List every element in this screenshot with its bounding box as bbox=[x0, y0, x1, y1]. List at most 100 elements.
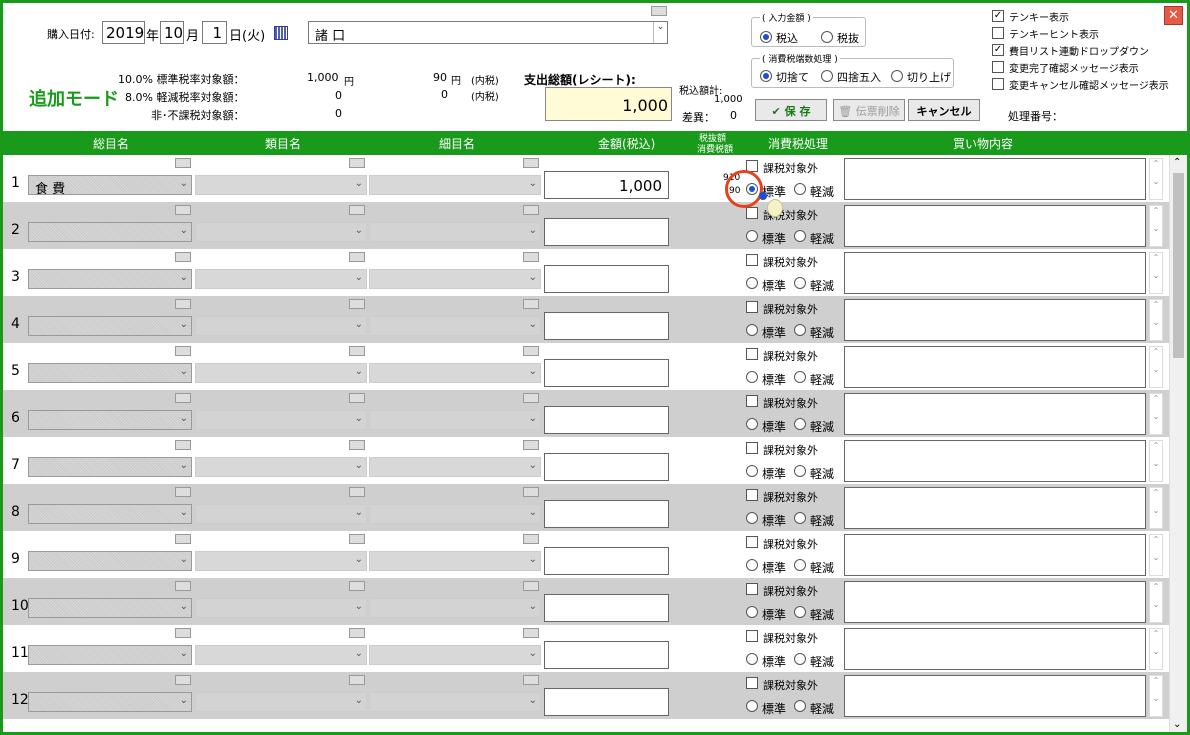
nontax-checkbox[interactable] bbox=[746, 254, 758, 266]
memo-scrollbar[interactable]: ⌃ ⌄ bbox=[1149, 205, 1163, 247]
memo-scrollbar[interactable]: ⌃ ⌄ bbox=[1149, 299, 1163, 341]
keypad-icon[interactable] bbox=[175, 487, 191, 497]
detail-select[interactable]: ⌄ bbox=[369, 598, 541, 618]
option-checkbox-3[interactable]: ✓ bbox=[992, 44, 1004, 56]
keypad-icon[interactable] bbox=[175, 581, 191, 591]
reduced-radio[interactable] bbox=[794, 512, 806, 524]
category-select[interactable]: ⌄ bbox=[195, 504, 367, 524]
year-field[interactable]: 2019 bbox=[102, 21, 145, 44]
reduced-radio[interactable] bbox=[794, 371, 806, 383]
round-down-radio[interactable] bbox=[760, 70, 772, 82]
category-select[interactable]: ⌄ bbox=[195, 645, 367, 665]
general-select[interactable]: ⌄ bbox=[28, 222, 192, 242]
keypad-icon[interactable] bbox=[349, 158, 365, 168]
keypad-icon[interactable] bbox=[523, 205, 539, 215]
keypad-icon[interactable] bbox=[175, 299, 191, 309]
reduced-radio[interactable] bbox=[794, 418, 806, 430]
round-up-radio[interactable] bbox=[891, 70, 903, 82]
keypad-icon[interactable] bbox=[349, 628, 365, 638]
category-select[interactable]: ⌄ bbox=[195, 551, 367, 571]
standard-radio[interactable] bbox=[746, 277, 758, 289]
memo-field[interactable] bbox=[844, 675, 1146, 717]
general-select[interactable]: ⌄ bbox=[28, 692, 192, 712]
keypad-icon[interactable] bbox=[523, 158, 539, 168]
cancel-button[interactable]: キャンセル bbox=[908, 99, 980, 121]
memo-scrollbar[interactable]: ⌃ ⌄ bbox=[1149, 628, 1163, 670]
category-select[interactable]: ⌄ bbox=[195, 598, 367, 618]
amount-field[interactable] bbox=[544, 406, 669, 434]
store-combo[interactable]: 諸 口 ⌄ bbox=[308, 21, 668, 44]
category-select[interactable]: ⌄ bbox=[195, 269, 367, 289]
keypad-icon[interactable] bbox=[175, 534, 191, 544]
standard-radio[interactable] bbox=[746, 653, 758, 665]
nontax-checkbox[interactable] bbox=[746, 630, 758, 642]
store-keypad-icon[interactable] bbox=[651, 6, 667, 16]
nontax-checkbox[interactable] bbox=[746, 395, 758, 407]
option-checkbox-1[interactable]: ✓ bbox=[992, 10, 1004, 22]
reduced-radio[interactable] bbox=[794, 277, 806, 289]
detail-select[interactable]: ⌄ bbox=[369, 269, 541, 289]
keypad-icon[interactable] bbox=[523, 346, 539, 356]
keypad-icon[interactable] bbox=[523, 581, 539, 591]
reduced-radio[interactable] bbox=[794, 183, 806, 195]
memo-field[interactable] bbox=[844, 628, 1146, 670]
keypad-icon[interactable] bbox=[175, 158, 191, 168]
nontax-checkbox[interactable] bbox=[746, 489, 758, 501]
reduced-radio[interactable] bbox=[794, 653, 806, 665]
keypad-icon[interactable] bbox=[349, 346, 365, 356]
detail-select[interactable]: ⌄ bbox=[369, 363, 541, 383]
memo-field[interactable] bbox=[844, 534, 1146, 576]
keypad-icon[interactable] bbox=[523, 393, 539, 403]
nontax-checkbox[interactable] bbox=[746, 677, 758, 689]
general-select[interactable]: ⌄ bbox=[28, 551, 192, 571]
general-select[interactable]: ⌄ bbox=[28, 363, 192, 383]
scroll-thumb[interactable] bbox=[1173, 173, 1184, 358]
memo-scrollbar[interactable]: ⌃ ⌄ bbox=[1149, 440, 1163, 482]
category-select[interactable]: ⌄ bbox=[195, 175, 367, 195]
keypad-icon[interactable] bbox=[175, 393, 191, 403]
keypad-icon[interactable] bbox=[349, 675, 365, 685]
memo-field[interactable] bbox=[844, 346, 1146, 388]
general-select[interactable]: ⌄ bbox=[28, 316, 192, 336]
standard-radio[interactable] bbox=[746, 324, 758, 336]
general-select[interactable]: ⌄ bbox=[28, 457, 192, 477]
standard-radio[interactable] bbox=[746, 606, 758, 618]
detail-select[interactable]: ⌄ bbox=[369, 410, 541, 430]
nontax-checkbox[interactable] bbox=[746, 583, 758, 595]
reduced-radio[interactable] bbox=[794, 465, 806, 477]
keypad-icon[interactable] bbox=[349, 299, 365, 309]
detail-select[interactable]: ⌄ bbox=[369, 175, 541, 195]
category-select[interactable]: ⌄ bbox=[195, 410, 367, 430]
keypad-icon[interactable] bbox=[349, 393, 365, 403]
total-field[interactable]: 1,000 bbox=[545, 87, 672, 121]
keypad-icon[interactable] bbox=[175, 252, 191, 262]
general-select[interactable]: ⌄ bbox=[28, 645, 192, 665]
standard-radio[interactable] bbox=[746, 418, 758, 430]
keypad-icon[interactable] bbox=[349, 205, 365, 215]
general-select[interactable]: ⌄ bbox=[28, 504, 192, 524]
nontax-checkbox[interactable] bbox=[746, 348, 758, 360]
category-select[interactable]: ⌄ bbox=[195, 316, 367, 336]
detail-select[interactable]: ⌄ bbox=[369, 645, 541, 665]
detail-select[interactable]: ⌄ bbox=[369, 692, 541, 712]
amount-field[interactable] bbox=[544, 594, 669, 622]
memo-field[interactable] bbox=[844, 581, 1146, 623]
detail-select[interactable]: ⌄ bbox=[369, 551, 541, 571]
memo-scrollbar[interactable]: ⌃ ⌄ bbox=[1149, 534, 1163, 576]
memo-scrollbar[interactable]: ⌃ ⌄ bbox=[1149, 393, 1163, 435]
amount-field[interactable] bbox=[544, 547, 669, 575]
amount-field[interactable] bbox=[544, 265, 669, 293]
nontax-checkbox[interactable] bbox=[746, 536, 758, 548]
memo-field[interactable] bbox=[844, 487, 1146, 529]
scroll-up-icon[interactable]: ⌃ bbox=[1173, 157, 1181, 168]
keypad-icon[interactable] bbox=[349, 487, 365, 497]
month-field[interactable]: 10 bbox=[160, 21, 184, 44]
close-icon[interactable]: ✕ bbox=[1164, 6, 1183, 25]
amount-field[interactable] bbox=[544, 641, 669, 669]
category-select[interactable]: ⌄ bbox=[195, 363, 367, 383]
category-select[interactable]: ⌄ bbox=[195, 692, 367, 712]
detail-select[interactable]: ⌄ bbox=[369, 504, 541, 524]
incl-radio[interactable] bbox=[760, 31, 772, 43]
excl-radio[interactable] bbox=[821, 31, 833, 43]
keypad-icon[interactable] bbox=[523, 628, 539, 638]
